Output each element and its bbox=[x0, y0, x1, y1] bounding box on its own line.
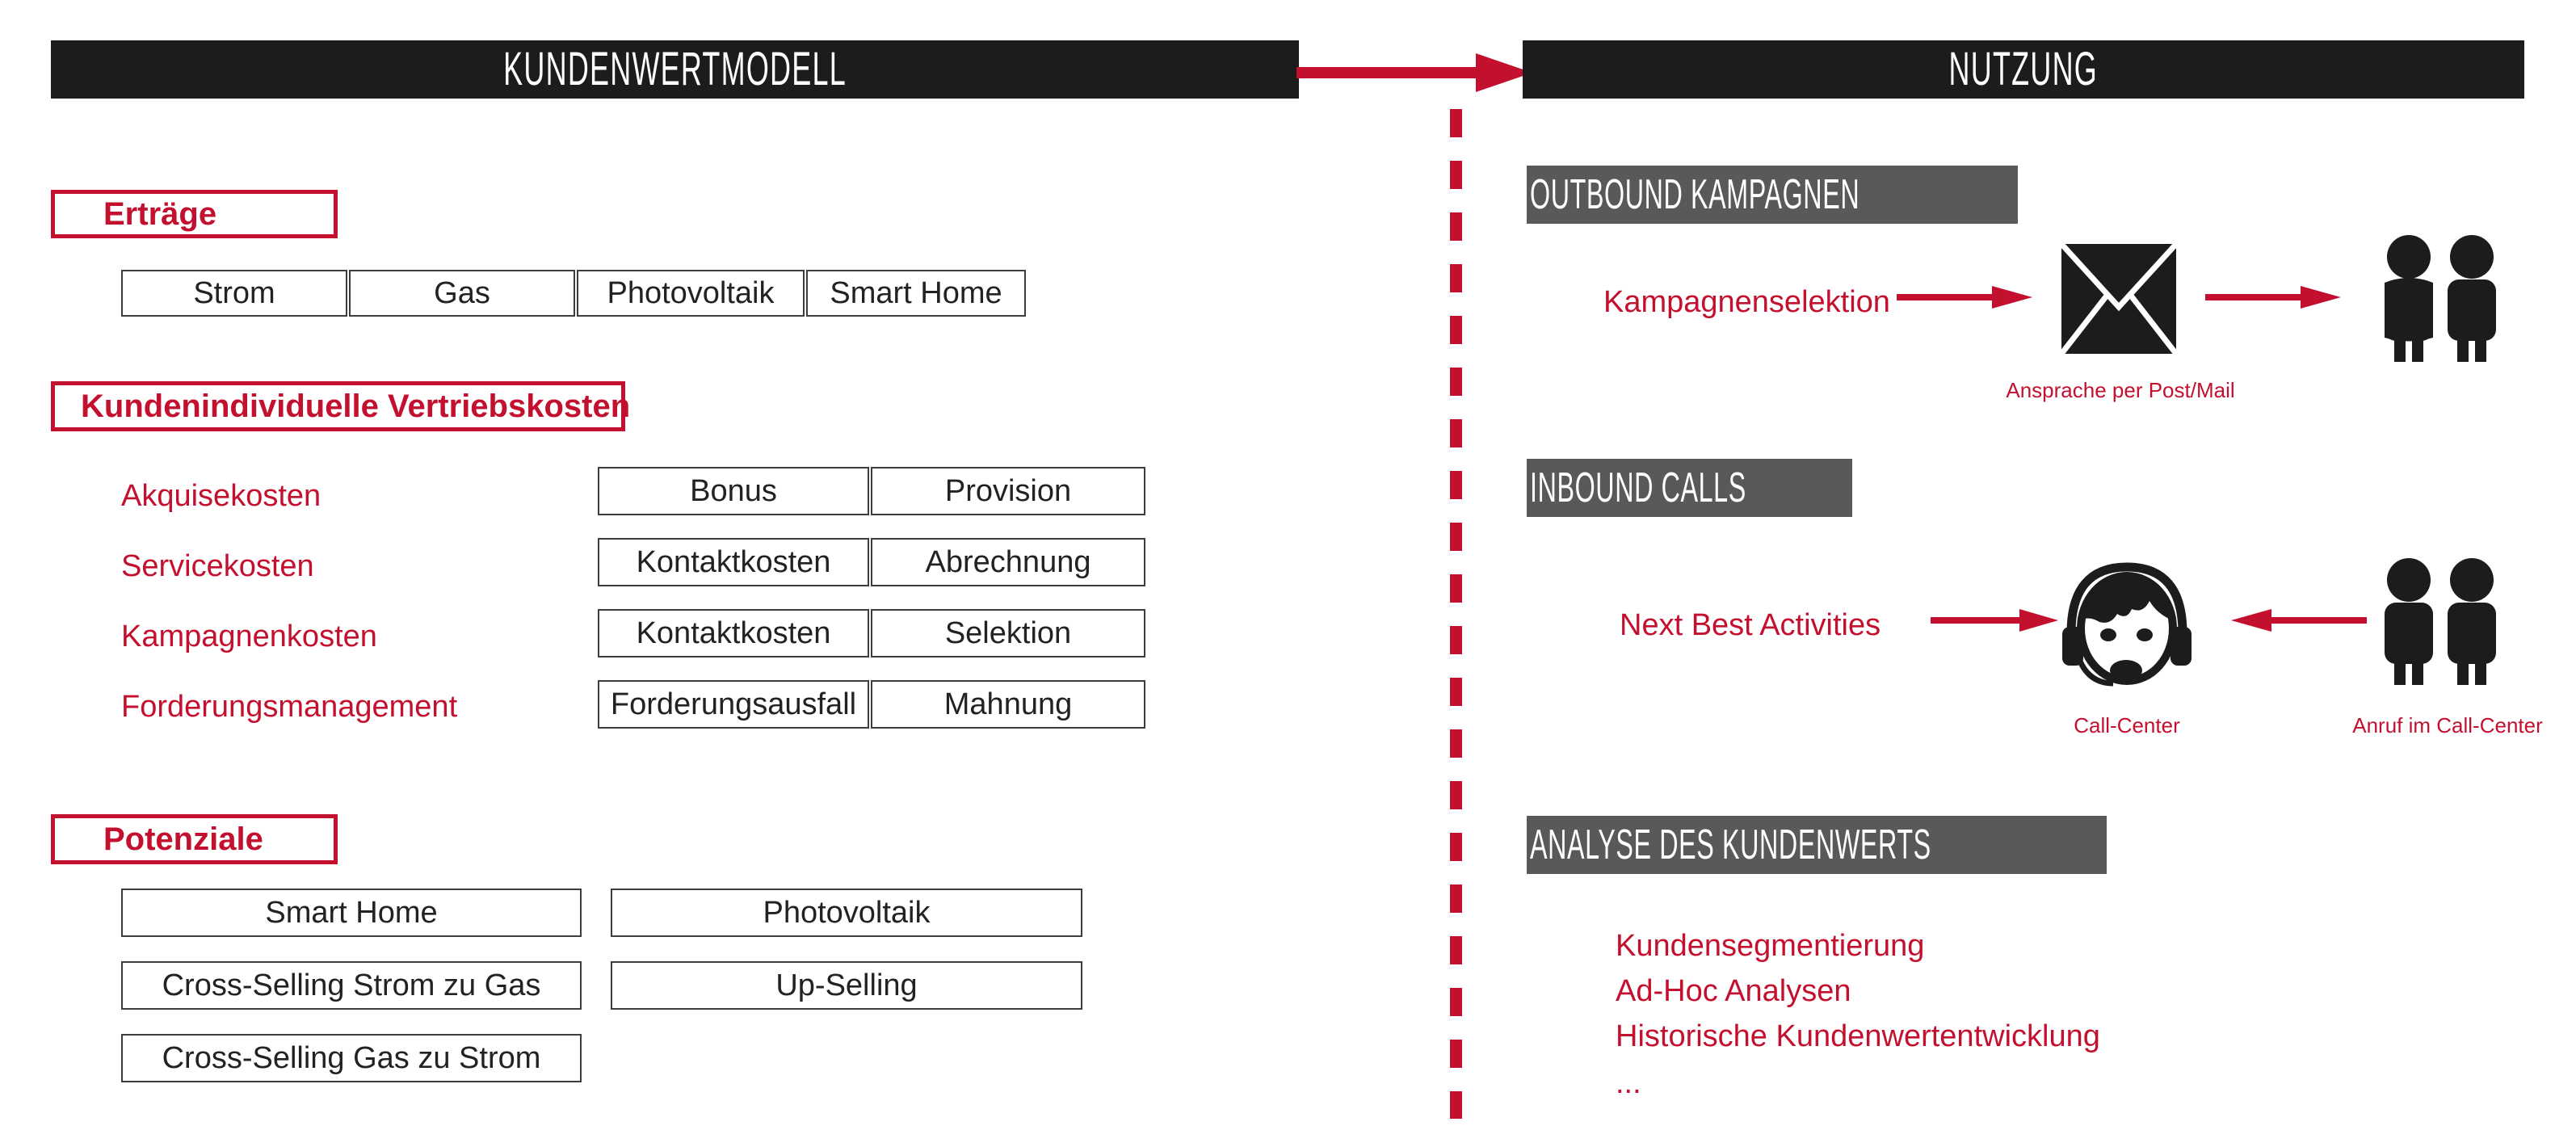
group-label-potenziale: Potenziale bbox=[51, 814, 338, 864]
group-label-ertraege-text: Erträge bbox=[103, 196, 217, 232]
cost-box-bonus[interactable]: Bonus bbox=[598, 467, 869, 515]
ertraege-box-gas-label: Gas bbox=[434, 276, 490, 310]
ertraege-box-smart-home-label: Smart Home bbox=[830, 276, 1002, 310]
two-people-icon-outbound bbox=[2385, 235, 2496, 362]
two-people-icon-inbound bbox=[2385, 558, 2496, 685]
panel-divider-dashed bbox=[1450, 109, 1462, 1119]
cost-box-abrechnung-label: Abrechnung bbox=[925, 545, 1091, 579]
cost-row-label-kampagnenkosten: Kampagnenkosten bbox=[121, 620, 377, 653]
cost-box-kontaktkosten-service[interactable]: Kontaktkosten bbox=[598, 538, 869, 586]
ertraege-box-strom[interactable]: Strom bbox=[121, 270, 347, 317]
section-band-analyse: ANALYSE DES KUNDENWERTS bbox=[1527, 816, 2107, 874]
cost-box-forderungsausfall-label: Forderungsausfall bbox=[610, 687, 857, 721]
potenzial-box-up-selling[interactable]: Up-Selling bbox=[611, 961, 1082, 1010]
cost-box-kontaktkosten-kampagne-label: Kontaktkosten bbox=[636, 616, 831, 650]
group-label-vertriebskosten: Kundenindividuelle Vertriebskosten bbox=[51, 381, 630, 431]
outbound-arrow-to-envelope bbox=[1897, 286, 2032, 309]
section-band-inbound: INBOUND CALLS bbox=[1527, 459, 1852, 517]
inbound-arrow-from-customers bbox=[2231, 609, 2367, 632]
envelope-icon bbox=[2060, 242, 2178, 355]
cost-row-label-servicekosten: Servicekosten bbox=[121, 549, 314, 583]
ertraege-box-gas[interactable]: Gas bbox=[349, 270, 575, 317]
outbound-arrow-to-customers bbox=[2205, 286, 2341, 309]
call-center-agent-icon bbox=[2062, 562, 2191, 687]
cost-box-selektion-label: Selektion bbox=[944, 616, 1072, 650]
section-band-inbound-label: INBOUND CALLS bbox=[1530, 464, 1746, 511]
inbound-agent-caption: Call-Center bbox=[2074, 713, 2180, 737]
left-panel-header-label: KUNDENWERTMODELL bbox=[503, 43, 847, 95]
cost-box-kontaktkosten-service-label: Kontaktkosten bbox=[636, 545, 831, 579]
cost-box-provision[interactable]: Provision bbox=[871, 467, 1145, 515]
potenzial-box-smart-home[interactable]: Smart Home bbox=[121, 889, 582, 937]
right-panel-header-label: NUTZUNG bbox=[1948, 43, 2099, 95]
potenzial-box-cross-selling-gas-strom[interactable]: Cross-Selling Gas zu Strom bbox=[121, 1034, 582, 1082]
potenzial-box-photovoltaik-label: Photovoltaik bbox=[763, 896, 931, 930]
outbound-icon-caption: Ansprache per Post/Mail bbox=[2006, 378, 2235, 402]
potenzial-box-photovoltaik[interactable]: Photovoltaik bbox=[611, 889, 1082, 937]
section-band-outbound-label: OUTBOUND KAMPAGNEN bbox=[1530, 171, 1860, 218]
cost-box-forderungsausfall[interactable]: Forderungsausfall bbox=[598, 680, 869, 729]
cost-row-label-forderungsmanagement: Forderungsmanagement bbox=[121, 690, 458, 724]
outbound-source-label: Kampagnenselektion bbox=[1603, 285, 1890, 319]
analysis-item-historische-kundenwertentwicklung: Historische Kundenwertentwicklung bbox=[1616, 1019, 2100, 1053]
cost-box-selektion[interactable]: Selektion bbox=[871, 609, 1145, 658]
section-band-analyse-label: ANALYSE DES KUNDENWERTS bbox=[1530, 821, 1931, 868]
cost-box-abrechnung[interactable]: Abrechnung bbox=[871, 538, 1145, 586]
ertraege-box-smart-home[interactable]: Smart Home bbox=[806, 270, 1026, 317]
right-panel-header: NUTZUNG bbox=[1523, 40, 2524, 99]
cost-box-provision-label: Provision bbox=[944, 474, 1072, 508]
group-label-potenziale-text: Potenziale bbox=[103, 821, 263, 857]
potenzial-box-cross-selling-strom-gas[interactable]: Cross-Selling Strom zu Gas bbox=[121, 961, 582, 1010]
potenzial-box-smart-home-label: Smart Home bbox=[265, 896, 438, 930]
cost-box-bonus-label: Bonus bbox=[690, 474, 777, 508]
potenzial-box-cross-selling-gas-strom-label: Cross-Selling Gas zu Strom bbox=[162, 1041, 541, 1075]
inbound-source-label: Next Best Activities bbox=[1620, 608, 1881, 642]
cost-row-label-akquisekosten: Akquisekosten bbox=[121, 479, 321, 513]
cost-box-mahnung[interactable]: Mahnung bbox=[871, 680, 1145, 729]
inbound-customer-caption: Anruf im Call-Center bbox=[2352, 713, 2543, 737]
cost-box-mahnung-label: Mahnung bbox=[943, 687, 1073, 721]
analysis-item-ad-hoc-analysen: Ad-Hoc Analysen bbox=[1616, 974, 1851, 1008]
section-band-outbound: OUTBOUND KAMPAGNEN bbox=[1527, 166, 2018, 224]
analysis-item-ellipsis: ... bbox=[1616, 1066, 1641, 1100]
potenzial-box-cross-selling-strom-gas-label: Cross-Selling Strom zu Gas bbox=[162, 968, 541, 1002]
group-label-ertraege: Erträge bbox=[51, 190, 338, 238]
ertraege-box-strom-label: Strom bbox=[193, 276, 275, 310]
inbound-arrow-to-agent bbox=[1931, 609, 2058, 632]
group-label-vertriebskosten-text: Kundenindividuelle Vertriebskosten bbox=[81, 389, 631, 424]
left-panel-header: KUNDENWERTMODELL bbox=[51, 40, 1299, 99]
ertraege-box-photovoltaik[interactable]: Photovoltaik bbox=[577, 270, 805, 317]
analysis-item-kundensegmentierung: Kundensegmentierung bbox=[1616, 929, 1925, 963]
potenzial-box-up-selling-label: Up-Selling bbox=[775, 968, 918, 1002]
flow-arrow-right bbox=[1296, 53, 1532, 92]
cost-box-kontaktkosten-kampagne[interactable]: Kontaktkosten bbox=[598, 609, 869, 658]
ertraege-box-photovoltaik-label: Photovoltaik bbox=[607, 276, 775, 310]
